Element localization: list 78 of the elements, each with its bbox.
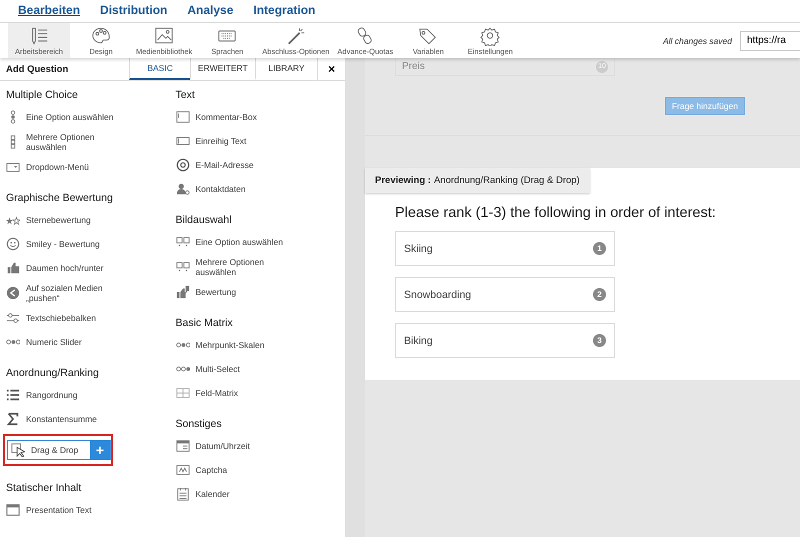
image-choice-icon: [176, 235, 190, 249]
option-label: Snowboarding: [404, 288, 472, 300]
section-heading: Sonstiges: [176, 418, 223, 430]
add-button[interactable]: +: [90, 440, 110, 460]
date-icon: [176, 439, 190, 453]
save-status: All changes saved: [663, 36, 732, 46]
wand-icon: [286, 26, 306, 46]
slider-icon: [6, 311, 20, 325]
rank-badge: 2: [593, 288, 606, 301]
page-icon: [6, 503, 20, 517]
ranking-option[interactable]: Biking 3: [395, 323, 615, 358]
rank-badge: 3: [593, 334, 606, 347]
section-heading: Graphische Bewertung: [6, 192, 114, 204]
question-type-item[interactable]: Datum/Uhrzeit: [176, 437, 336, 455]
image-choice-icon: [176, 260, 190, 274]
question-type-item[interactable]: Captcha: [176, 461, 336, 479]
question-type-item[interactable]: Mehrere Optionen auswählen: [6, 132, 166, 152]
thumbs-up-icon: [6, 261, 20, 275]
question-type-item[interactable]: Mehrere Optionen auswählen: [176, 257, 336, 277]
question-label: Preis: [402, 61, 425, 72]
question-type-item[interactable]: E-Mail-Adresse: [176, 156, 336, 174]
section-heading: Basic Matrix: [176, 317, 234, 329]
nav-tab[interactable]: Analyse: [177, 1, 244, 21]
option-label: Biking: [404, 334, 433, 346]
question-type-item[interactable]: Konstantensumme: [6, 410, 166, 428]
smiley-icon: [6, 237, 20, 251]
dropdown-icon: [6, 160, 20, 174]
question-text: Please rank (1-3) the following in order of interest:: [395, 205, 717, 221]
ranking-option[interactable]: Skiing 1: [395, 231, 615, 266]
option-label: Skiing: [404, 242, 433, 254]
question-type-item[interactable]: Drag & Drop +: [7, 440, 111, 460]
nav-tab[interactable]: Bearbeiten: [8, 1, 90, 21]
question-type-item[interactable]: Kalender: [176, 485, 336, 503]
captcha-icon: [176, 463, 190, 477]
image-icon: [154, 26, 174, 46]
question-type-item[interactable]: Kontaktdaten: [176, 180, 336, 198]
palette-icon: [91, 26, 111, 46]
section-heading: Multiple Choice: [6, 89, 79, 101]
url-field[interactable]: https://ra: [740, 30, 800, 50]
cursor-icon: [11, 443, 25, 457]
settings-icon: [480, 26, 500, 46]
question-type-item[interactable]: Daumen hoch/runter: [6, 259, 166, 277]
person-icon: [176, 182, 190, 196]
text-box-icon: [176, 110, 190, 124]
question-type-item[interactable]: Mehrpunkt-Skalen: [176, 336, 336, 354]
nav-tab[interactable]: Integration: [243, 1, 326, 21]
tag-icon: [418, 26, 438, 46]
section-heading: Statischer Inhalt: [6, 482, 82, 494]
calendar-icon: [176, 487, 190, 501]
question-type-item[interactable]: Smiley - Bewertung: [6, 235, 166, 253]
section-heading: Bildauswahl: [176, 214, 233, 226]
question-type-item[interactable]: Auf sozialen Medien „pushen“: [6, 283, 166, 303]
rank-badge: 1: [593, 242, 606, 255]
grid-icon: [176, 386, 190, 400]
question-type-item[interactable]: Bewertung: [176, 283, 336, 301]
panel-title: Add Question: [5, 64, 70, 74]
question-type-item[interactable]: Einreihig Text: [176, 132, 336, 150]
preview-label: Previewing : Anordnung/Ranking (Drag & Drop): [365, 168, 590, 193]
question-type-item[interactable]: Presentation Text: [6, 501, 166, 519]
share-icon: [6, 286, 20, 300]
section-heading: Anordnung/Ranking: [6, 367, 100, 379]
question-type-item[interactable]: Eine Option auswählen: [6, 108, 166, 126]
question-type-item[interactable]: Sternebewertung: [6, 211, 166, 229]
list-icon: [6, 388, 20, 402]
sigma-icon: [6, 412, 20, 426]
question-type-item[interactable]: Kommentar-Box: [176, 108, 336, 126]
nav-tab[interactable]: Distribution: [90, 1, 178, 21]
question-type-item[interactable]: Textschiebebalken: [6, 309, 166, 327]
question-type-item[interactable]: Numeric Slider: [6, 333, 166, 351]
question-type-item[interactable]: Eine Option auswählen: [176, 233, 336, 251]
panel-tab[interactable]: BASIC: [129, 58, 190, 80]
question-type-item[interactable]: Rangordnung: [6, 386, 166, 404]
workspace-icon: [29, 26, 49, 46]
question-type-item[interactable]: Dropdown-Menü: [6, 158, 166, 176]
question-type-item[interactable]: Feld-Matrix: [176, 384, 336, 402]
ranking-option[interactable]: Snowboarding 2: [395, 277, 615, 312]
section-heading: Text: [176, 89, 196, 101]
question-type-item[interactable]: Multi-Select: [176, 360, 336, 378]
